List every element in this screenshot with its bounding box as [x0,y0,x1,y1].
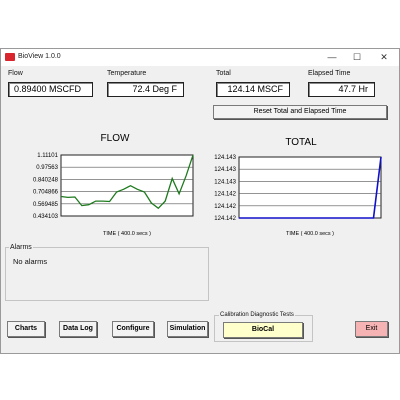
alarm-message: No alarms [13,257,48,266]
total-y-tick-label: 124.143 [214,167,236,173]
calibration-panel: Calibration Diagnostic Tests BioCal [214,312,313,342]
app-icon [5,53,15,61]
bioview-window: BioView 1.0.0 — ☐ ✕ Flow 0.89400 MSCFD T… [0,48,400,354]
total-y-tick-label: 124.143 [214,155,236,161]
flow-y-tick-label: 1.11101 [37,153,58,159]
alarms-label: Alarms [9,244,33,251]
total-label: Total [216,70,231,77]
total-y-tick-label: 124.142 [214,216,236,222]
total-y-tick-label: 124.143 [214,179,236,185]
minimize-button[interactable]: — [321,50,343,64]
total-plot-area [238,156,382,219]
title-bar[interactable]: BioView 1.0.0 — ☐ ✕ [1,49,399,66]
calibration-label: Calibration Diagnostic Tests [219,312,295,318]
flow-y-tick-label: 0.704866 [33,190,59,196]
elapsed-time-label: Elapsed Time [308,70,351,77]
flow-readout: 0.89400 MSCFD [8,82,93,97]
simulation-button[interactable]: Simulation [167,321,208,337]
total-chart: 124.143 124.143 124.143 124.142 124.142 124.1… [214,155,382,222]
close-button[interactable]: ✕ [373,50,395,64]
window-title: BioView 1.0.0 [18,53,61,60]
flow-y-tick-label: 0.840248 [33,177,59,183]
elapsed-time-readout: 47.7 Hr [308,82,375,97]
reset-total-elapsed-button[interactable]: Reset Total and Elapsed Time [213,105,387,119]
configure-button[interactable]: Configure [112,321,154,337]
flow-label: Flow [8,70,23,77]
total-chart-title: TOTAL [285,137,317,148]
total-y-tick-label: 124.142 [214,192,236,198]
total-y-tick-label: 124.142 [214,204,236,210]
biocal-button[interactable]: BioCal [223,322,303,338]
temperature-readout: 72.4 Deg F [107,82,184,97]
total-readout: 124.14 MSCF [216,82,290,97]
temperature-label: Temperature [107,70,147,77]
total-x-axis-label: TIME ( 400.0 secs ) [286,231,334,237]
flow-y-tick-label: 0.569485 [33,202,59,208]
flow-x-axis-label: TIME ( 400.0 secs ) [103,231,151,237]
flow-chart-title: FLOW [100,133,130,144]
flow-y-tick-label: 0.434103 [33,214,59,220]
alarms-panel: Alarms No alarms [5,244,209,301]
flow-y-tick-label: 0.97563 [36,165,58,171]
exit-button[interactable]: Exit [355,321,388,337]
flow-plot-area [60,154,194,217]
data-log-button[interactable]: Data Log [59,321,97,337]
maximize-button[interactable]: ☐ [346,50,368,64]
charts-button[interactable]: Charts [7,321,45,337]
flow-chart: 1.11101 0.97563 0.840248 0.704866 0.569485 0.… [33,153,194,220]
